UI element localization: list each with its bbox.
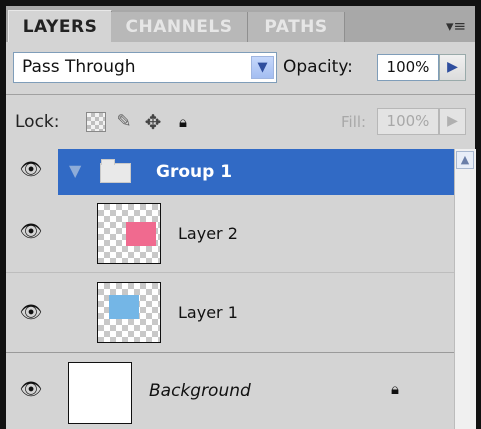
fill-label: Fill: xyxy=(341,113,367,131)
blend-mode-select[interactable]: Pass Through ▼ xyxy=(13,52,277,83)
blend-row: Pass Through ▼ Opacity: 100% ▶ xyxy=(6,42,475,94)
lock-icon: 🔒︎ xyxy=(391,380,399,398)
layer-thumbnail xyxy=(97,282,161,343)
layer-thumbnail xyxy=(97,203,161,264)
lock-label: Lock: xyxy=(15,112,60,132)
folder-icon xyxy=(100,159,131,183)
layer-thumbnail xyxy=(68,362,132,424)
thumbnail-swatch xyxy=(109,295,139,319)
tab-bar: LAYERS CHANNELS PATHS ▾≡ xyxy=(6,6,475,44)
visibility-eye-icon[interactable]: 👁︎ xyxy=(12,302,50,323)
lock-all-icon[interactable]: 🔒︎ xyxy=(173,112,193,132)
group-name: Group 1 xyxy=(156,162,233,182)
opacity-arrow-icon[interactable]: ▶ xyxy=(439,54,466,81)
layer-row-group[interactable]: 👁︎ ▼ Group 1 xyxy=(6,149,454,195)
layer-name: Background xyxy=(149,381,251,401)
fill-arrow-icon[interactable]: ▶ xyxy=(439,108,466,135)
thumbnail-swatch xyxy=(126,222,156,246)
panel-menu-icon[interactable]: ▾≡ xyxy=(445,15,467,37)
layer-row-background[interactable]: 👁︎ Background 🔒︎ xyxy=(6,352,454,429)
lock-brush-icon[interactable]: ✎ xyxy=(114,112,134,132)
chevron-down-icon[interactable]: ▼ xyxy=(251,56,274,79)
scroll-up-icon[interactable]: ▲ xyxy=(456,151,474,169)
tab-paths[interactable]: PATHS xyxy=(248,12,345,43)
fill-input[interactable]: 100% xyxy=(377,108,439,135)
visibility-eye-icon[interactable]: 👁︎ xyxy=(12,159,50,180)
layer-row-layer2[interactable]: 👁︎ Layer 2 xyxy=(6,195,454,273)
blend-mode-value: Pass Through xyxy=(22,57,136,77)
lock-row: Lock: ✎ ✥ 🔒︎ Fill: 100% ▶ xyxy=(6,94,475,150)
layer-name: Layer 2 xyxy=(178,224,238,243)
layer-name: Layer 1 xyxy=(178,303,238,322)
layer-row-layer1[interactable]: 👁︎ Layer 1 xyxy=(6,273,454,352)
layers-panel: LAYERS CHANNELS PATHS ▾≡ Pass Through ▼ … xyxy=(0,0,481,429)
tab-channels[interactable]: CHANNELS xyxy=(111,12,248,43)
opacity-label: Opacity: xyxy=(283,57,353,77)
visibility-eye-icon[interactable]: 👁︎ xyxy=(12,221,50,242)
opacity-input[interactable]: 100% xyxy=(377,54,439,81)
layers-list: 👁︎ ▼ Group 1 👁︎ Layer 2 👁︎ Layer 1 👁︎ Ba… xyxy=(6,149,454,429)
disclosure-triangle-icon[interactable]: ▼ xyxy=(69,161,81,180)
scrollbar[interactable]: ▲ xyxy=(454,149,476,429)
visibility-eye-icon[interactable]: 👁︎ xyxy=(12,379,50,400)
lock-transparent-icon[interactable] xyxy=(86,112,106,132)
tab-layers[interactable]: LAYERS xyxy=(8,10,112,44)
lock-move-icon[interactable]: ✥ xyxy=(143,112,163,132)
